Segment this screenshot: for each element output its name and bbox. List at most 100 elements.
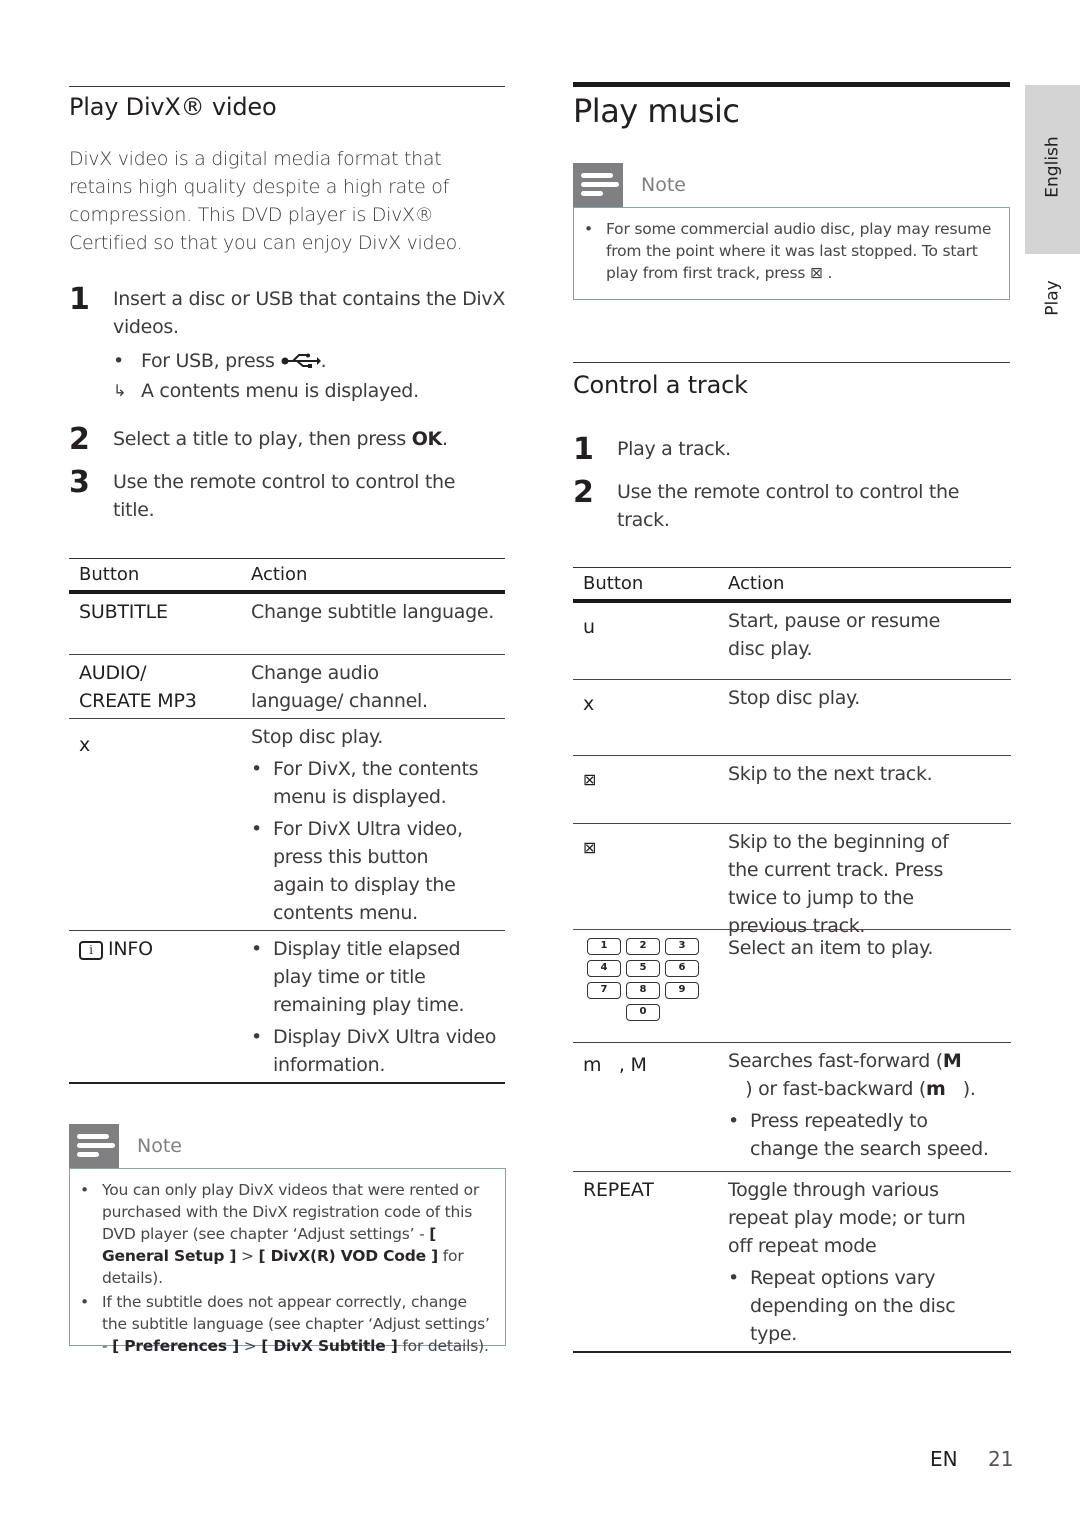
note-icon bbox=[573, 163, 623, 207]
bullet-dot: • bbox=[113, 350, 124, 372]
bullet-dot: • bbox=[251, 818, 262, 840]
bullet-dot: • bbox=[728, 1110, 739, 1132]
note-icon bbox=[69, 1124, 119, 1168]
previous-button-glyph: ⊠ bbox=[809, 264, 823, 282]
key-4: 4 bbox=[587, 960, 621, 977]
bullet-text: Display title elapsed play time or title… bbox=[273, 938, 465, 1016]
key-7: 7 bbox=[587, 982, 621, 999]
note-label: Note bbox=[137, 1135, 182, 1157]
step-text: Use the remote control to control the tr… bbox=[617, 481, 960, 531]
header-action: Action bbox=[251, 564, 308, 585]
note-item: • For some commercial audio disc, play ma… bbox=[584, 218, 997, 284]
bullet-dot: • bbox=[80, 1293, 89, 1311]
key-3: 3 bbox=[665, 938, 699, 955]
header-action: Action bbox=[728, 573, 785, 594]
table-row: REPEAT Toggle through various repeat pla… bbox=[573, 1172, 1011, 1353]
action-cell: Skip to the next track. bbox=[728, 763, 933, 785]
table-row: ⊠ Skip to the beginning of the current t… bbox=[573, 824, 1011, 937]
step-number: 2 bbox=[573, 475, 594, 510]
step-3: 3 Use the remote control to control the … bbox=[69, 468, 509, 524]
section-title-music: Play music bbox=[573, 92, 740, 130]
action-bullet: • For DivX Ultra video, press this button… bbox=[251, 815, 505, 927]
punctuation: . bbox=[441, 428, 448, 450]
table-row: u Start, pause or resume disc play. bbox=[573, 603, 1011, 680]
previous-button-glyph: ⊠ bbox=[583, 838, 597, 857]
menu-path: [ DivX(R) VOD Code ] bbox=[258, 1247, 439, 1265]
button-cell: AUDIO/ CREATE MP3 bbox=[79, 662, 197, 712]
key-2: 2 bbox=[626, 938, 660, 955]
side-tab-language-label: English bbox=[1042, 136, 1063, 198]
action-cell: Select an item to play. bbox=[728, 937, 934, 959]
step-number: 1 bbox=[69, 282, 90, 317]
step-text: Use the remote control to control the ti… bbox=[113, 471, 456, 521]
action-bullet: • For DivX, the contents menu is displaye… bbox=[251, 755, 505, 811]
result-arrow-icon: ↳ bbox=[113, 381, 127, 400]
step-text: Insert a disc or USB that contains the D… bbox=[113, 288, 506, 338]
note-label: Note bbox=[641, 174, 686, 196]
step-number: 2 bbox=[69, 422, 90, 457]
action-text: Searches fast-forward ( bbox=[728, 1050, 943, 1072]
numeric-keypad: 1 2 3 4 5 6 7 8 9 0 bbox=[573, 930, 728, 1042]
step-2: 2 Select a title to play, then press OK. bbox=[69, 425, 509, 455]
section-title-control: Control a track bbox=[573, 371, 748, 399]
ok-key-label: OK bbox=[411, 428, 443, 450]
key-1: 1 bbox=[587, 938, 621, 955]
key-0: 0 bbox=[626, 1004, 660, 1021]
table-row: m , M Searches fast-forward (M ) or fast… bbox=[573, 1043, 1011, 1172]
note-header: Note bbox=[69, 1124, 182, 1168]
table-row: x Stop disc play. • For DivX, the content… bbox=[69, 719, 505, 931]
key-5: 5 bbox=[626, 960, 660, 977]
note-item: • If the subtitle does not appear correct… bbox=[80, 1291, 493, 1357]
info-label: INFO bbox=[108, 938, 153, 960]
separator: > bbox=[236, 1247, 259, 1265]
step-1: 1 Insert a disc or USB that contains the… bbox=[69, 285, 509, 405]
side-tab-chapter-label: Play bbox=[1042, 280, 1063, 316]
step-text: Select a title to play, then press bbox=[113, 428, 412, 450]
bullet-text: For USB, press bbox=[141, 350, 275, 372]
usb-icon: . bbox=[281, 347, 327, 375]
button-cell: i INFO bbox=[69, 931, 251, 1082]
note-item: • You can only play DivX videos that were… bbox=[80, 1179, 493, 1289]
menu-path: [ Preferences ] bbox=[112, 1337, 239, 1355]
key-9: 9 bbox=[665, 982, 699, 999]
table-header: Button Action bbox=[69, 558, 505, 594]
step-number: 3 bbox=[69, 465, 90, 500]
result-text: A contents menu is displayed. bbox=[141, 380, 419, 402]
table-row: x Stop disc play. bbox=[573, 680, 1011, 756]
key-8: 8 bbox=[626, 982, 660, 999]
bullet-dot: • bbox=[251, 1026, 262, 1048]
bullet-text: Repeat options vary depending on the dis… bbox=[750, 1267, 956, 1345]
bullet-dot: • bbox=[251, 758, 262, 780]
table-row: i INFO • Display title elapsed play time … bbox=[69, 931, 505, 1084]
bullet-text: For DivX Ultra video, press this button … bbox=[273, 818, 463, 924]
footer-language-code: EN bbox=[930, 1447, 958, 1471]
action-cell: Start, pause or resume disc play. bbox=[728, 610, 940, 660]
table-row: ⊠ Skip to the next track. bbox=[573, 756, 1011, 824]
action-bullet: • Repeat options vary depending on the di… bbox=[728, 1264, 1011, 1348]
note-text: For some commercial audio disc, play may… bbox=[606, 220, 992, 282]
action-text: ). bbox=[945, 1078, 976, 1100]
bullet-dot: • bbox=[80, 1181, 89, 1199]
action-cell: Stop disc play. bbox=[728, 687, 861, 709]
side-tab-language[interactable]: English bbox=[1025, 85, 1080, 254]
bullet-text: Press repeatedly to change the search sp… bbox=[750, 1110, 989, 1160]
bullet-dot: • bbox=[251, 938, 262, 960]
section-divider bbox=[573, 82, 1010, 87]
key-6: 6 bbox=[665, 960, 699, 977]
separator: > bbox=[238, 1337, 262, 1355]
bullet-text: Display DivX Ultra video information. bbox=[273, 1026, 497, 1076]
info-icon: i bbox=[79, 941, 103, 960]
page-number: 21 bbox=[988, 1447, 1014, 1471]
note-text: for details). bbox=[397, 1337, 489, 1355]
header-button: Button bbox=[79, 564, 140, 585]
step-1: 1 Play a track. bbox=[573, 435, 1013, 465]
note-text: You can only play DivX videos that were … bbox=[102, 1181, 480, 1243]
step-text: Play a track. bbox=[617, 438, 731, 460]
stop-button-glyph: x bbox=[583, 693, 595, 715]
next-button-glyph: ⊠ bbox=[583, 770, 597, 789]
section-divider bbox=[69, 86, 505, 87]
side-tab-chapter[interactable]: Play bbox=[1025, 262, 1080, 337]
music-button-table: Button Action u Start, pause or resume d… bbox=[573, 567, 1011, 1353]
note-box: • For some commercial audio disc, play ma… bbox=[573, 207, 1010, 300]
search-buttons-glyph: m , M bbox=[583, 1054, 647, 1076]
